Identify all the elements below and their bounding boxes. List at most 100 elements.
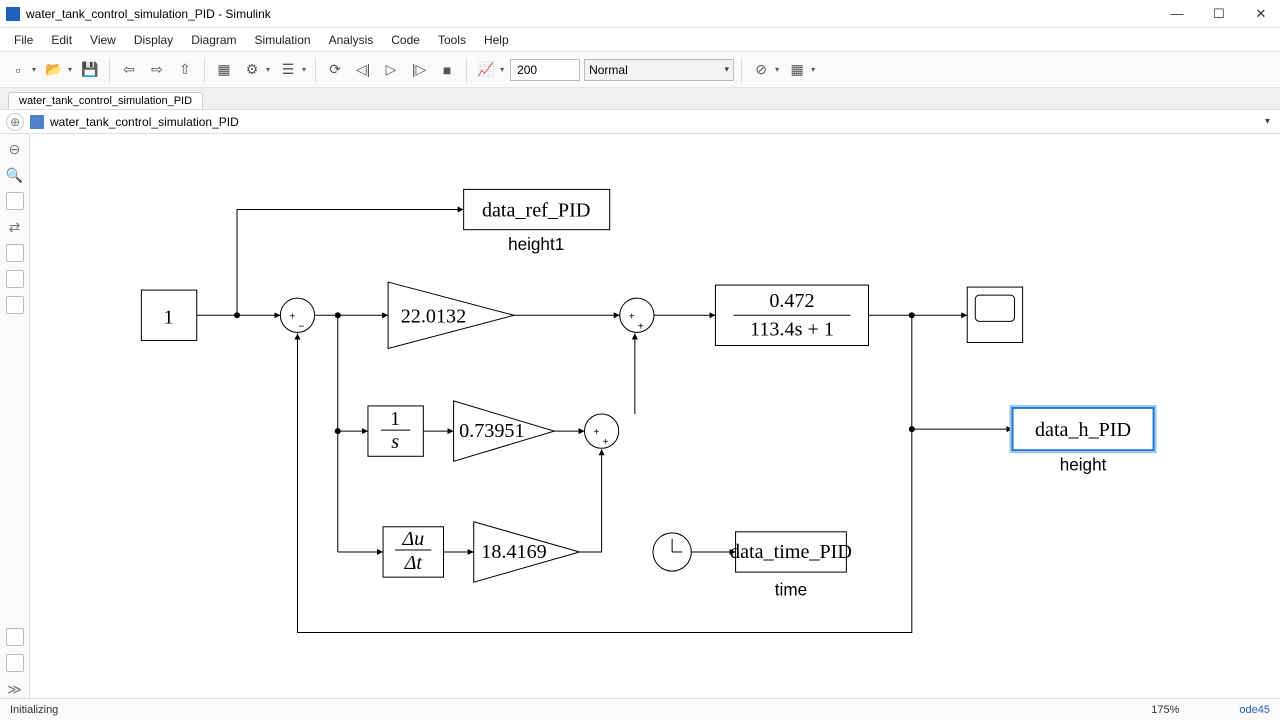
gain-p-block[interactable]: 22.0132 xyxy=(388,282,514,348)
transfer-fn-block[interactable]: 0.472 113.4s + 1 xyxy=(715,285,868,345)
expand-icon[interactable]: ≫ xyxy=(6,680,24,698)
tab-strip: water_tank_control_simulation_PID xyxy=(0,88,1280,110)
open-button[interactable]: 📂 xyxy=(42,58,66,82)
fit-to-view-icon[interactable] xyxy=(6,192,24,210)
path-dropdown-icon[interactable]: ▾ xyxy=(1265,116,1270,127)
simulation-mode-value: Normal xyxy=(589,63,628,77)
tab-model[interactable]: water_tank_control_simulation_PID xyxy=(8,92,203,109)
menu-tools[interactable]: Tools xyxy=(430,31,474,49)
new-model-button[interactable]: ▫ xyxy=(6,58,30,82)
menu-analysis[interactable]: Analysis xyxy=(321,31,382,49)
svg-text:0.472: 0.472 xyxy=(769,290,814,312)
svg-text:Δt: Δt xyxy=(404,552,423,574)
status-bar: Initializing 175% ode45 xyxy=(0,698,1280,720)
svg-text:time: time xyxy=(775,580,807,599)
stop-time-input[interactable] xyxy=(510,59,580,81)
svg-text:0.73951: 0.73951 xyxy=(459,420,524,442)
menu-help[interactable]: Help xyxy=(476,31,517,49)
annotation-icon[interactable] xyxy=(6,244,24,262)
sample-time-icon[interactable]: ⇄ xyxy=(6,218,24,236)
path-bar: ⊕ water_tank_control_simulation_PID ▾ xyxy=(0,110,1280,134)
to-workspace-time-block[interactable]: data_time_PID time xyxy=(730,532,852,599)
svg-text:+: + xyxy=(594,427,600,438)
save-button[interactable]: 💾 xyxy=(78,58,102,82)
svg-text:height1: height1 xyxy=(508,235,564,254)
svg-text:1: 1 xyxy=(164,306,174,328)
step-forward-button[interactable]: |▷ xyxy=(407,58,431,82)
clock-block[interactable] xyxy=(653,533,691,571)
menu-simulation[interactable]: Simulation xyxy=(247,31,319,49)
status-solver: ode45 xyxy=(1239,704,1270,716)
integrator-block[interactable]: 1 s xyxy=(368,406,423,456)
window-title: water_tank_control_simulation_PID - Simu… xyxy=(26,7,1170,21)
zoom-icon[interactable]: 🔍 xyxy=(6,166,24,184)
to-workspace-ref-block[interactable]: data_ref_PID height1 xyxy=(464,189,610,253)
menu-edit[interactable]: Edit xyxy=(43,31,80,49)
scope-block[interactable] xyxy=(967,287,1022,342)
derivative-block[interactable]: Δu Δt xyxy=(383,527,443,577)
maximize-button[interactable]: ☐ xyxy=(1212,7,1226,21)
step-back-button[interactable]: ◁| xyxy=(351,58,375,82)
gain-i-block[interactable]: 0.73951 xyxy=(454,401,555,461)
simulation-mode-select[interactable]: Normal ▾ xyxy=(584,59,734,81)
toolbar: ▫▾ 📂▾ 💾 ⇦ ⇨ ⇧ ▦ ⚙▾ ☰▾ ⟳ ◁| ▷ |▷ ■ 📈▾ Nor… xyxy=(0,52,1280,88)
status-zoom: 175% xyxy=(1151,704,1179,716)
model-browser-icon[interactable] xyxy=(6,654,24,672)
svg-text:data_time_PID: data_time_PID xyxy=(730,541,852,563)
svg-text:−: − xyxy=(298,321,304,332)
model-canvas[interactable]: 1 + − 22.0132 + + 1 xyxy=(30,134,1280,698)
stop-button[interactable]: ■ xyxy=(435,58,459,82)
svg-text:s: s xyxy=(391,431,399,453)
svg-text:1: 1 xyxy=(390,408,400,430)
app-icon xyxy=(6,7,20,21)
model-config-button[interactable]: ⚙ xyxy=(240,58,264,82)
svg-text:+: + xyxy=(629,311,635,322)
deploy-button[interactable]: ▦ xyxy=(785,58,809,82)
title-bar: water_tank_control_simulation_PID - Simu… xyxy=(0,0,1280,28)
svg-text:Δu: Δu xyxy=(401,528,424,550)
status-left: Initializing xyxy=(10,704,58,716)
up-button[interactable]: ⇧ xyxy=(173,58,197,82)
model-explorer-button[interactable]: ☰ xyxy=(276,58,300,82)
library-browser-button[interactable]: ▦ xyxy=(212,58,236,82)
model-icon xyxy=(30,115,44,129)
canvas-side-toolbar: ⊖ 🔍 ⇄ ≫ xyxy=(0,134,30,698)
menu-display[interactable]: Display xyxy=(126,31,181,49)
chevron-down-icon: ▾ xyxy=(725,64,730,75)
close-button[interactable]: ✕ xyxy=(1254,7,1268,21)
svg-text:22.0132: 22.0132 xyxy=(401,305,466,327)
hide-browser-icon[interactable]: ⊖ xyxy=(6,140,24,158)
sum2-block[interactable]: + + xyxy=(620,298,654,332)
svg-text:data_ref_PID: data_ref_PID xyxy=(482,200,590,222)
menu-code[interactable]: Code xyxy=(383,31,428,49)
svg-text:+: + xyxy=(603,437,609,448)
constant-block[interactable]: 1 xyxy=(141,290,196,340)
path-current[interactable]: water_tank_control_simulation_PID xyxy=(50,115,239,129)
to-workspace-h-block[interactable]: data_h_PID height xyxy=(1011,406,1156,474)
path-nav-button[interactable]: ⊕ xyxy=(6,113,24,131)
menu-view[interactable]: View xyxy=(82,31,124,49)
minimize-button[interactable]: — xyxy=(1170,7,1184,21)
forward-button[interactable]: ⇨ xyxy=(145,58,169,82)
fast-restart-button[interactable]: ⟳ xyxy=(323,58,347,82)
area-icon[interactable] xyxy=(6,296,24,314)
sum1-block[interactable]: + − xyxy=(280,298,314,332)
svg-text:height: height xyxy=(1060,455,1107,474)
menu-file[interactable]: File xyxy=(6,31,41,49)
image-icon[interactable] xyxy=(6,270,24,288)
svg-text:18.4169: 18.4169 xyxy=(481,541,546,563)
svg-text:113.4s + 1: 113.4s + 1 xyxy=(750,318,834,340)
sum3-block[interactable]: + + xyxy=(585,414,619,448)
run-button[interactable]: ▷ xyxy=(379,58,403,82)
record-button[interactable]: 📈 xyxy=(474,58,498,82)
svg-text:data_h_PID: data_h_PID xyxy=(1035,419,1131,441)
svg-text:+: + xyxy=(289,311,295,322)
menu-diagram[interactable]: Diagram xyxy=(183,31,244,49)
tab-model-label: water_tank_control_simulation_PID xyxy=(19,95,192,107)
build-button[interactable]: ⊘ xyxy=(749,58,773,82)
gain-d-block[interactable]: 18.4169 xyxy=(474,522,580,582)
screenshot-icon[interactable] xyxy=(6,628,24,646)
back-button[interactable]: ⇦ xyxy=(117,58,141,82)
menu-bar: File Edit View Display Diagram Simulatio… xyxy=(0,28,1280,52)
svg-text:+: + xyxy=(638,321,644,332)
